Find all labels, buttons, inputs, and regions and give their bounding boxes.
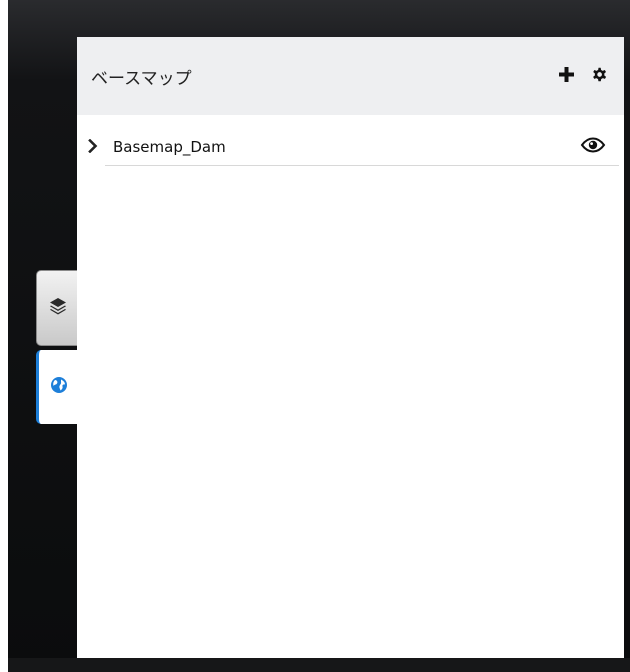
status-strip [8,658,630,672]
expand-button[interactable] [79,138,107,157]
layer-row[interactable]: Basemap_Dam [77,129,624,165]
basemap-panel: ベースマップ Basemap_Dam [77,37,624,658]
row-divider [105,165,619,166]
visibility-toggle[interactable] [580,137,606,157]
tab-basemap[interactable] [36,350,78,424]
settings-button[interactable] [591,66,608,87]
add-basemap-button[interactable] [558,66,575,87]
panel-header: ベースマップ [77,37,624,115]
layer-name: Basemap_Dam [113,138,226,156]
layers-icon [48,296,68,320]
header-actions [558,66,608,87]
tab-layers[interactable] [36,270,78,346]
plus-icon [558,66,575,87]
eye-icon [580,137,606,157]
panel-title: ベースマップ [91,68,192,89]
globe-icon [50,376,68,398]
chevron-right-icon [88,138,98,157]
gear-icon [591,66,608,87]
